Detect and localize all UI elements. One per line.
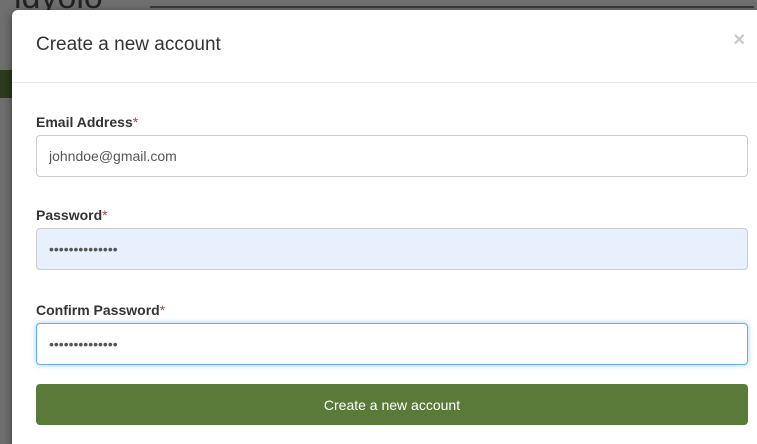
- email-form-group: Email Address*: [36, 114, 748, 177]
- create-account-button[interactable]: Create a new account: [36, 384, 748, 425]
- email-label: Email Address*: [36, 114, 748, 130]
- confirm-password-field[interactable]: [36, 323, 748, 365]
- backdrop-green-strip: [0, 70, 12, 98]
- confirm-password-form-group: Confirm Password*: [36, 302, 748, 365]
- close-icon[interactable]: ×: [733, 30, 745, 50]
- password-form-group: Password*: [36, 207, 748, 270]
- confirm-password-label: Confirm Password*: [36, 302, 748, 318]
- password-field[interactable]: [36, 228, 748, 270]
- create-account-modal: Create a new account × Email Address* Pa…: [12, 10, 757, 444]
- required-star: *: [132, 114, 139, 130]
- confirm-password-label-text: Confirm Password: [36, 302, 160, 318]
- email-label-text: Email Address: [36, 114, 133, 130]
- modal-title: Create a new account: [36, 34, 221, 55]
- password-label-text: Password: [36, 207, 103, 223]
- password-label: Password*: [36, 207, 748, 223]
- modal-header: Create a new account ×: [12, 10, 757, 83]
- required-star: *: [159, 302, 166, 318]
- email-field[interactable]: [36, 135, 748, 177]
- required-star: *: [102, 207, 108, 223]
- backdrop-divider: [150, 6, 754, 8]
